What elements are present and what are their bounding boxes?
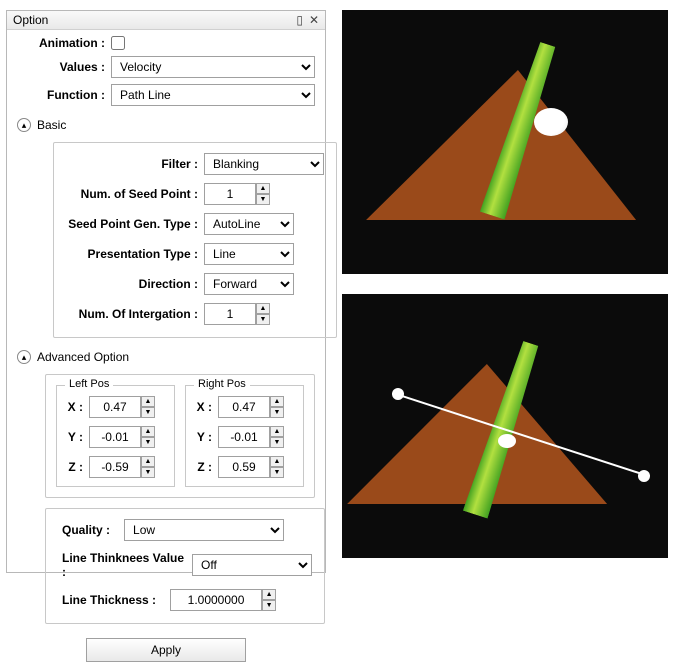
seed-endpoint-left (392, 388, 404, 400)
spin-up-icon[interactable]: ▲ (270, 396, 284, 407)
filter-label: Filter : (66, 157, 198, 171)
spin-up-icon[interactable]: ▲ (270, 456, 284, 467)
num-int-input[interactable] (204, 303, 256, 325)
thickness-input[interactable] (170, 589, 262, 611)
values-select[interactable]: Velocity (111, 56, 315, 78)
spin-down-icon[interactable]: ▼ (262, 600, 276, 611)
advanced-heading: Advanced Option (37, 350, 129, 364)
spin-up-icon[interactable]: ▲ (141, 396, 155, 407)
right-y-input[interactable] (218, 426, 270, 448)
left-z-spinner[interactable]: ▲▼ (89, 456, 155, 478)
viewport-bottom (342, 294, 668, 558)
right-z-input[interactable] (218, 456, 270, 478)
left-x-input[interactable] (89, 396, 141, 418)
spin-up-icon[interactable]: ▲ (256, 183, 270, 194)
presentation-label: Presentation Type : (66, 247, 198, 261)
y-label: Y : (65, 430, 83, 444)
seed-sphere (534, 108, 568, 136)
right-y-spinner[interactable]: ▲▼ (218, 426, 284, 448)
thickness-spinner[interactable]: ▲▼ (170, 589, 276, 611)
num-int-spinner[interactable]: ▲▼ (204, 303, 270, 325)
spin-down-icon[interactable]: ▼ (141, 437, 155, 448)
num-int-label: Num. Of Intergation : (66, 307, 198, 321)
left-x-spinner[interactable]: ▲▼ (89, 396, 155, 418)
thickness-label: Line Thickness : (58, 593, 156, 607)
function-select[interactable]: Path Line (111, 84, 315, 106)
basic-heading: Basic (37, 118, 66, 132)
seed-gen-label: Seed Point Gen. Type : (66, 217, 198, 231)
spin-up-icon[interactable]: ▲ (270, 426, 284, 437)
spin-up-icon[interactable]: ▲ (262, 589, 276, 600)
left-y-input[interactable] (89, 426, 141, 448)
position-group: Left Pos X : ▲▼ Y : ▲▼ Z : ▲▼ Right Pos … (45, 374, 315, 498)
left-pos-legend: Left Pos (65, 378, 113, 390)
spin-down-icon[interactable]: ▼ (270, 437, 284, 448)
right-pos-legend: Right Pos (194, 378, 250, 390)
thickness-value-label: Line Thinknees Value : (58, 551, 186, 579)
num-seed-spinner[interactable]: ▲▼ (204, 183, 270, 205)
collapse-basic-icon[interactable]: ▴ (17, 118, 31, 132)
direction-label: Direction : (66, 277, 198, 291)
pin-icon[interactable]: ▯ (296, 13, 303, 27)
spin-up-icon[interactable]: ▲ (256, 303, 270, 314)
spin-down-icon[interactable]: ▼ (270, 407, 284, 418)
right-z-spinner[interactable]: ▲▼ (218, 456, 284, 478)
right-x-spinner[interactable]: ▲▼ (218, 396, 284, 418)
panel-title-bar: Option ▯ ✕ (7, 11, 325, 30)
apply-button[interactable]: Apply (86, 638, 246, 662)
collapse-advanced-icon[interactable]: ▴ (17, 350, 31, 364)
spin-up-icon[interactable]: ▲ (141, 426, 155, 437)
left-y-spinner[interactable]: ▲▼ (89, 426, 155, 448)
right-x-input[interactable] (218, 396, 270, 418)
x-label: X : (194, 400, 212, 414)
spin-down-icon[interactable]: ▼ (270, 467, 284, 478)
seed-sphere (498, 434, 516, 448)
direction-select[interactable]: Forward (204, 273, 294, 295)
basic-group: Filter : Blanking Num. of Seed Point : ▲… (53, 142, 337, 338)
quality-group: Quality : Low Line Thinknees Value : Off… (45, 508, 325, 624)
y-label: Y : (194, 430, 212, 444)
num-seed-input[interactable] (204, 183, 256, 205)
thickness-value-select[interactable]: Off (192, 554, 312, 576)
filter-select[interactable]: Blanking (204, 153, 324, 175)
spin-up-icon[interactable]: ▲ (141, 456, 155, 467)
right-pos-group: Right Pos X : ▲▼ Y : ▲▼ Z : ▲▼ (185, 385, 304, 487)
panel-title-icons: ▯ ✕ (296, 13, 319, 27)
spin-down-icon[interactable]: ▼ (141, 407, 155, 418)
presentation-select[interactable]: Line (204, 243, 294, 265)
values-label: Values : (17, 60, 105, 74)
x-label: X : (65, 400, 83, 414)
left-z-input[interactable] (89, 456, 141, 478)
left-pos-group: Left Pos X : ▲▼ Y : ▲▼ Z : ▲▼ (56, 385, 175, 487)
animation-label: Animation : (17, 36, 105, 50)
num-seed-label: Num. of Seed Point : (66, 187, 198, 201)
preview-column (342, 10, 684, 573)
quality-select[interactable]: Low (124, 519, 284, 541)
spin-down-icon[interactable]: ▼ (256, 314, 270, 325)
option-panel: Option ▯ ✕ Animation : Values : Velocity… (6, 10, 326, 573)
viewport-top (342, 10, 668, 274)
seed-endpoint-right (638, 470, 650, 482)
function-label: Function : (17, 88, 105, 102)
panel-title: Option (13, 13, 48, 27)
z-label: Z : (194, 460, 212, 474)
quality-label: Quality : (58, 523, 110, 537)
animation-checkbox[interactable] (111, 36, 125, 50)
close-icon[interactable]: ✕ (309, 13, 319, 27)
spin-down-icon[interactable]: ▼ (256, 194, 270, 205)
spin-down-icon[interactable]: ▼ (141, 467, 155, 478)
seed-gen-select[interactable]: AutoLine (204, 213, 294, 235)
z-label: Z : (65, 460, 83, 474)
